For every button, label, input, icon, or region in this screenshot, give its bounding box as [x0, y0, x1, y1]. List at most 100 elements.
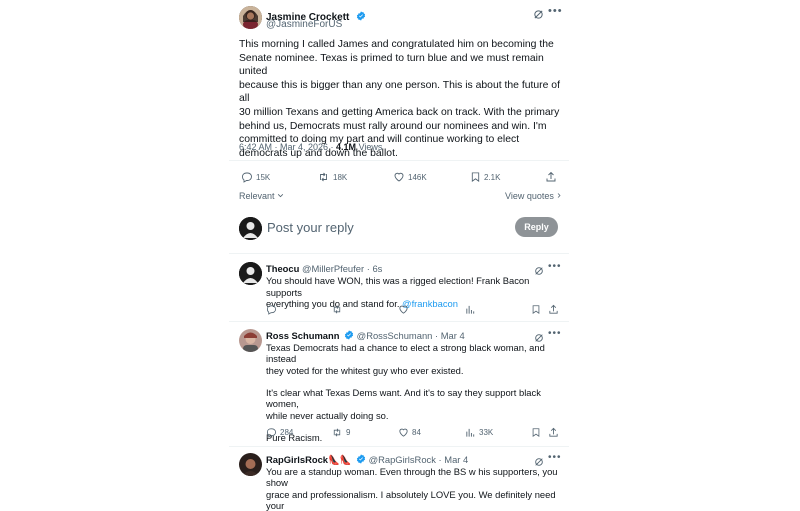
bookmark-icon	[532, 428, 540, 438]
reply-header: Ross Schumann @RossSchumann · Mar 4	[266, 330, 465, 341]
more-icon[interactable]: •••	[548, 5, 563, 17]
reply-line: You should have WON, this was a rigged e…	[266, 275, 530, 298]
reply-avatar[interactable]	[239, 329, 262, 352]
reply-time[interactable]: Mar 4	[441, 330, 465, 341]
avatar-photo	[239, 262, 262, 285]
heart-icon	[399, 428, 408, 437]
tweet-line: because this is bigger than any one pers…	[239, 79, 560, 105]
reply-time[interactable]: Mar 4	[444, 454, 468, 465]
bookmark-action[interactable]	[531, 427, 541, 438]
reply-author-name[interactable]: Theocu	[266, 263, 299, 274]
grok-icon[interactable]	[533, 7, 544, 25]
views-action[interactable]: 33K	[465, 427, 493, 438]
bookmark-action[interactable]	[531, 304, 541, 315]
reply-button[interactable]: Reply	[515, 217, 558, 237]
like-count: 146K	[408, 172, 427, 182]
timestamp[interactable]: 6:42 AM · Mar 4, 2026 ·	[239, 142, 336, 152]
reply-action[interactable]: 15K	[241, 171, 270, 183]
bookmark-action[interactable]: 2.1K	[470, 171, 500, 183]
sort-relevant-label: Relevant	[239, 191, 275, 201]
reply-actions	[229, 304, 569, 318]
bookmark-icon	[532, 305, 540, 315]
reply-actions: 284 9 84 33K	[229, 427, 569, 441]
share-icon	[549, 427, 558, 437]
reply-time[interactable]: 6s	[372, 263, 382, 274]
reply-author-handle[interactable]: @RossSchumann	[357, 330, 433, 341]
like-action[interactable]	[398, 304, 409, 315]
repost-icon	[333, 305, 341, 314]
reply-count: 284	[280, 428, 294, 437]
share-icon	[549, 304, 558, 314]
sort-relevant[interactable]: Relevant	[239, 191, 284, 201]
like-count: 84	[412, 428, 421, 437]
reply-input[interactable]: Post your reply	[267, 220, 354, 235]
repost-icon	[320, 172, 327, 182]
reply-author-handle[interactable]: @MillerPfeufer	[302, 263, 364, 274]
like-action[interactable]: 84	[398, 427, 421, 438]
reply-author-handle[interactable]: @RapGirlsRock	[369, 454, 436, 465]
separator-dot: ·	[366, 263, 370, 274]
bookmark-icon	[471, 172, 480, 182]
reply-avatar[interactable]	[239, 453, 262, 476]
tweet-actions: 15K 18K 146K 2.1K	[229, 171, 569, 185]
repost-action[interactable]: 9	[331, 427, 350, 438]
tweet-line: This morning I called James and congratu…	[239, 39, 554, 50]
divider	[229, 321, 569, 322]
chevron-down-icon	[277, 194, 284, 198]
repost-action[interactable]	[331, 304, 343, 315]
reply-action[interactable]	[266, 304, 277, 315]
reply-line: they voted for the whitest guy who ever …	[266, 364, 464, 376]
verified-icon	[344, 330, 354, 340]
view-quotes-link[interactable]: View quotes	[505, 191, 562, 201]
reply-icon	[266, 305, 277, 315]
more-icon[interactable]: •••	[548, 452, 562, 463]
reply-text: You are a standup woman. Even through th…	[266, 466, 566, 511]
avatar-photo	[239, 6, 262, 29]
like-action[interactable]: 146K	[393, 171, 427, 183]
avatar-photo	[239, 453, 262, 476]
reply-line	[266, 376, 566, 387]
thread-column: Jasmine Crockett @JasmineForUS ••• This …	[229, 0, 569, 511]
repost-count: 9	[346, 428, 351, 437]
reply-action[interactable]: 284	[266, 427, 293, 438]
divider	[229, 160, 569, 161]
reply-icon	[266, 428, 277, 438]
views-count: 33K	[479, 428, 494, 437]
composer-avatar	[239, 217, 262, 240]
chevron-right-icon	[558, 193, 561, 198]
views-action[interactable]	[465, 304, 476, 315]
more-icon[interactable]: •••	[548, 328, 562, 339]
tweet-meta: 6:42 AM · Mar 4, 2026 · 4.1M Views	[239, 142, 382, 152]
separator-dot: ·	[434, 330, 439, 341]
author-handle[interactable]: @JasmineForUS	[266, 19, 342, 30]
share-action[interactable]	[545, 171, 557, 183]
reply-count: 15K	[256, 172, 271, 182]
verified-icon	[356, 11, 365, 21]
avatar-photo	[239, 329, 262, 352]
tweet-line: behind us, Democrats must rally around o…	[239, 120, 547, 132]
analytics-icon	[466, 428, 475, 437]
more-icon[interactable]: •••	[548, 261, 562, 272]
reply-line: Texas Democrats had a chance to elect a …	[266, 342, 545, 365]
share-action[interactable]	[548, 304, 559, 315]
reply-header: RapGirlsRock👠👠 @RapGirlsRock · Mar 4	[266, 454, 468, 466]
avatar-photo	[239, 217, 262, 240]
views-label: Views	[356, 142, 383, 152]
reply-author-name[interactable]: RapGirlsRock👠👠	[266, 454, 351, 465]
reply-icon	[242, 172, 252, 183]
reply-author-name[interactable]: Ross Schumann	[266, 330, 339, 341]
reply-line: You are a standup woman. Even through th…	[266, 466, 558, 489]
views-count: 4.1M	[336, 142, 357, 152]
reply-avatar[interactable]	[239, 262, 262, 285]
reply-line: while never actually doing so.	[266, 409, 389, 421]
reply-line: grace and professionalism. I absolutely …	[266, 488, 556, 511]
separator-dot: ·	[438, 454, 442, 465]
share-icon	[546, 171, 556, 182]
share-action[interactable]	[548, 427, 559, 438]
author-avatar[interactable]	[239, 6, 262, 29]
tweet-line: 30 million Texans and getting America ba…	[239, 106, 560, 118]
tweet-line: Senate nominee. Texas is primed to turn …	[239, 52, 544, 78]
heart-icon	[394, 172, 404, 182]
repost-icon	[333, 428, 341, 437]
repost-action[interactable]: 18K	[317, 171, 347, 183]
